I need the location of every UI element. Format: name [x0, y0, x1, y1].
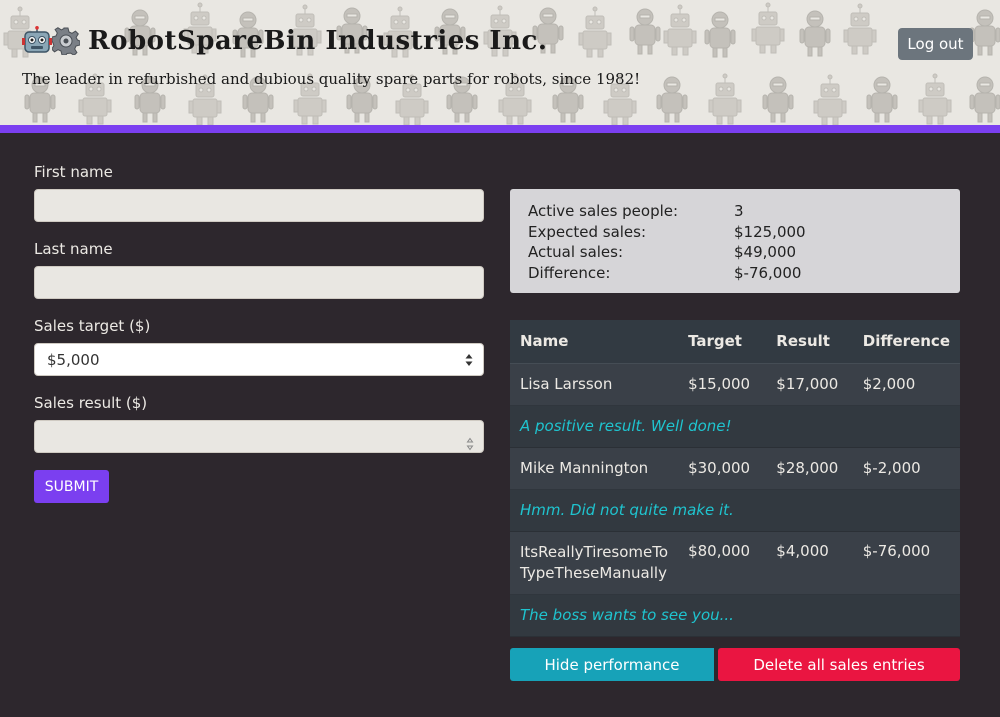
logout-button[interactable]: Log out	[898, 28, 973, 60]
robot-pattern-background	[3, 2, 1000, 125]
summary-row: Active sales people: 3	[528, 201, 942, 222]
summary-value: $-76,000	[734, 263, 802, 282]
hide-performance-button[interactable]: Hide performance	[510, 648, 714, 681]
robot-icon	[22, 26, 52, 53]
cell-target: $30,000	[678, 447, 767, 490]
delete-all-entries-button[interactable]: Delete all sales entries	[718, 648, 960, 681]
sales-result-field: Sales result ($)	[34, 393, 484, 453]
table-row: ItsReallyTiresomeTo TypeTheseManually $8…	[510, 531, 960, 595]
table-comment-row: A positive result. Well done!	[510, 405, 960, 448]
sales-target-select[interactable]: $5,000	[34, 343, 484, 376]
header-accent-bar	[0, 125, 1000, 133]
cell-name: Mike Mannington	[510, 447, 679, 490]
cell-name-line: TypeTheseManually	[520, 563, 667, 582]
cell-name: ItsReallyTiresomeTo TypeTheseManually	[510, 531, 679, 595]
cell-result: $4,000	[766, 531, 853, 595]
column-header-difference: Difference	[852, 320, 960, 364]
table-comment-row: Hmm. Did not quite make it.	[510, 489, 960, 532]
sales-result-wrapper	[34, 420, 484, 453]
sales-target-selected-value: $5,000	[47, 350, 100, 369]
summary-row: Expected sales: $125,000	[528, 222, 942, 243]
cell-target: $15,000	[678, 363, 767, 406]
first-name-field: First name	[34, 162, 484, 222]
cell-difference: $2,000	[852, 363, 960, 406]
cell-comment: Hmm. Did not quite make it.	[510, 489, 960, 532]
site-tagline: The leader in refurbished and dubious qu…	[22, 70, 641, 88]
select-arrows-icon	[465, 354, 473, 366]
cell-difference: $-2,000	[852, 447, 960, 490]
summary-key: Difference:	[528, 263, 611, 282]
sales-target-field: Sales target ($) $5,000	[34, 316, 484, 376]
cell-comment: A positive result. Well done!	[510, 405, 960, 448]
column-header-result: Result	[766, 320, 853, 364]
sales-form: First name Last name Sales target ($) $5…	[34, 162, 484, 503]
first-name-label: First name	[34, 163, 113, 181]
last-name-label: Last name	[34, 240, 113, 258]
summary-value: $49,000	[734, 243, 797, 261]
sales-table: Name Target Result Difference Lisa Larss…	[510, 320, 960, 637]
cell-target: $80,000	[678, 531, 767, 595]
cell-name: Lisa Larsson	[510, 363, 679, 406]
last-name-input[interactable]	[34, 266, 484, 299]
table-header-row: Name Target Result Difference	[510, 320, 960, 364]
cell-result: $17,000	[766, 363, 853, 406]
column-header-name: Name	[510, 320, 679, 364]
brand: RobotSpareBin Industries Inc.	[22, 24, 547, 58]
cell-difference: $-76,000	[852, 531, 960, 595]
summary-value: 3	[734, 202, 744, 220]
submit-button[interactable]: SUBMIT	[34, 470, 109, 503]
sales-result-label: Sales result ($)	[34, 394, 148, 412]
table-row: Lisa Larsson $15,000 $17,000 $2,000	[510, 363, 960, 406]
number-spinner-icon[interactable]	[466, 437, 474, 451]
sales-summary: Active sales people: 3 Expected sales: $…	[510, 189, 960, 293]
summary-row: Difference: $-76,000	[528, 263, 942, 284]
brand-icons	[22, 26, 80, 56]
summary-row: Actual sales: $49,000	[528, 242, 942, 263]
table-comment-row: The boss wants to see you...	[510, 594, 960, 637]
cell-comment: The boss wants to see you...	[510, 594, 960, 637]
sales-result-input[interactable]	[34, 420, 484, 453]
column-header-target: Target	[678, 320, 767, 364]
site-header: RobotSpareBin Industries Inc. The leader…	[0, 0, 1000, 125]
summary-key: Active sales people:	[528, 202, 679, 220]
first-name-input[interactable]	[34, 189, 484, 222]
cell-name-line: ItsReallyTiresomeTo	[520, 542, 669, 561]
summary-key: Actual sales:	[528, 243, 624, 261]
sales-target-label: Sales target ($)	[34, 317, 151, 335]
gear-icon	[52, 27, 80, 55]
table-row: Mike Mannington $30,000 $28,000 $-2,000	[510, 447, 960, 490]
last-name-field: Last name	[34, 239, 484, 299]
site-title: RobotSpareBin Industries Inc.	[88, 26, 548, 56]
summary-value: $125,000	[734, 222, 806, 241]
cell-result: $28,000	[766, 447, 853, 490]
summary-key: Expected sales:	[528, 222, 647, 241]
